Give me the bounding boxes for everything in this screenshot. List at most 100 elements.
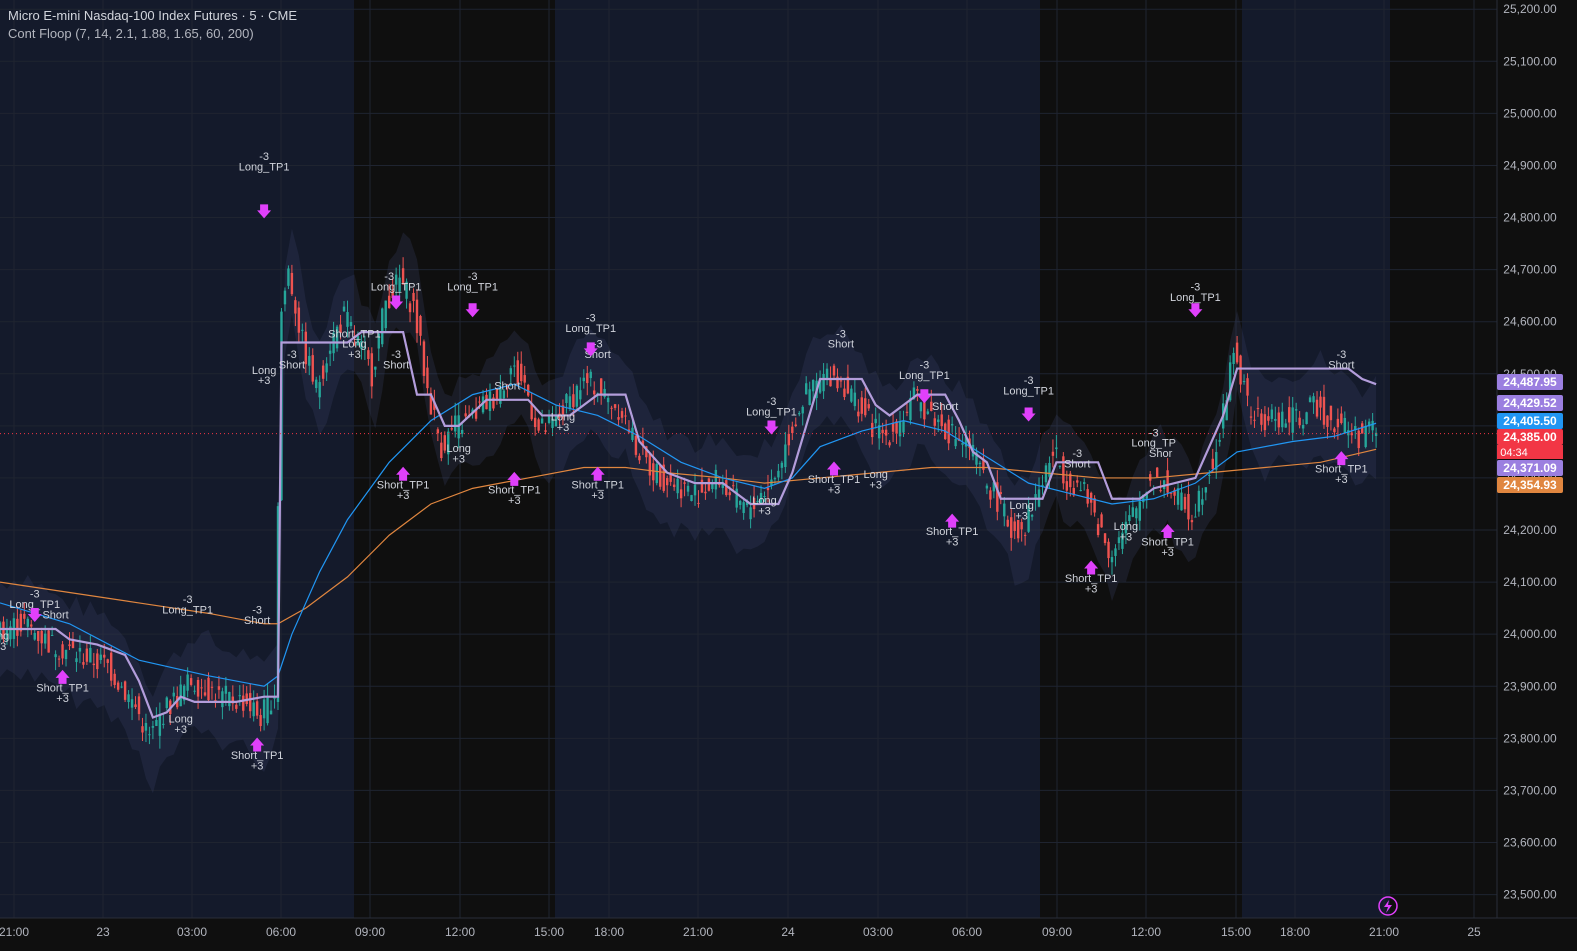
candle-body — [989, 490, 992, 500]
signal-label: Short — [1064, 459, 1090, 471]
candle-body — [773, 478, 777, 480]
candle-body — [450, 428, 453, 430]
candle-body — [603, 388, 606, 397]
signal-label: Short — [244, 615, 270, 627]
x-tick-label: 21:00 — [1369, 925, 1399, 939]
candle-body — [825, 368, 829, 380]
candle-body — [811, 379, 815, 392]
candle-body — [419, 315, 422, 336]
candle-body — [440, 442, 443, 459]
candle-body — [1312, 396, 1315, 403]
candle-body — [575, 385, 579, 407]
signal-label: +3 — [1335, 474, 1348, 486]
candle-body — [572, 394, 575, 408]
signal-label: Long_TP1 — [447, 281, 498, 293]
candle-body — [784, 444, 787, 468]
chart-title: Micro E-mini Nasdaq-100 Index Futures · … — [8, 8, 297, 23]
candle-body — [1319, 396, 1322, 408]
candle-body — [179, 684, 182, 707]
signal-label: +3 — [452, 453, 465, 465]
candle-body — [829, 379, 832, 387]
candle-body — [207, 677, 210, 701]
candle-body — [1058, 465, 1062, 467]
candle-body — [565, 394, 568, 404]
candle-body — [116, 682, 120, 690]
candle-body — [172, 692, 175, 697]
candle-body — [203, 692, 207, 696]
y-tick-label: 24,900.00 — [1503, 158, 1557, 172]
signal-label: Long_TP1 — [1003, 386, 1054, 398]
candle-body — [1263, 414, 1267, 431]
candle-body — [617, 417, 620, 420]
candle-body — [1277, 412, 1280, 428]
candle-body — [1308, 397, 1312, 403]
candle-body — [454, 415, 457, 432]
signal-label: +3 — [348, 349, 361, 361]
countdown-label: 04:34 — [1500, 447, 1528, 459]
candle-body — [850, 388, 853, 402]
indicator-legend[interactable]: Cont Floop (7, 14, 2.1, 1.88, 1.65, 60, … — [8, 26, 254, 42]
candle-body — [520, 363, 523, 382]
candle-body — [540, 418, 544, 424]
x-tick-label: 09:00 — [355, 925, 385, 939]
candle-body — [367, 350, 370, 359]
candle-body — [1076, 480, 1079, 483]
signal-label: Long_TP1 — [899, 370, 950, 382]
candle-body — [1333, 428, 1336, 433]
candle-body — [832, 365, 836, 376]
candle-body — [1305, 412, 1308, 424]
candle-body — [1249, 416, 1253, 418]
candle-body — [1086, 489, 1089, 504]
candle-body — [221, 691, 224, 708]
x-tick-label: 06:00 — [266, 925, 296, 939]
candle-body — [735, 488, 738, 508]
candle-body — [436, 429, 440, 434]
candle-body — [1235, 342, 1239, 363]
signal-label: +3 — [0, 641, 6, 653]
candle-body — [381, 308, 384, 345]
candle-body — [1006, 519, 1009, 527]
candle-body — [659, 465, 662, 487]
price-chart[interactable]: -3Long_TP1Shortong+3Short_TP1+3-3Long_TP… — [0, 0, 1577, 951]
candle-body — [415, 299, 419, 334]
candle-body — [71, 641, 75, 649]
candle-body — [321, 365, 325, 379]
candle-body — [106, 659, 109, 663]
candle-body — [1201, 499, 1204, 505]
candle-body — [568, 396, 572, 409]
price-badge-label: 24,354.93 — [1503, 478, 1557, 492]
candle-body — [1079, 490, 1082, 492]
candle-body — [704, 491, 707, 494]
candle-body — [905, 411, 909, 413]
signal-label: Long_TP1 — [1170, 292, 1221, 304]
signal-label: +3 — [828, 485, 841, 497]
signal-label: +3 — [1085, 584, 1098, 596]
candle-body — [200, 687, 203, 689]
candle-body — [1239, 355, 1242, 385]
candle-body — [134, 704, 137, 708]
candle-body — [1336, 418, 1340, 428]
candle-body — [252, 702, 255, 717]
candle-body — [1294, 409, 1298, 411]
candle-body — [75, 658, 78, 663]
signal-label: +3 — [1015, 511, 1028, 523]
candle-body — [860, 397, 863, 414]
candle-body — [165, 697, 168, 709]
candle-body — [947, 419, 950, 444]
candle-body — [620, 411, 624, 418]
price-badge-label: 24,371.09 — [1503, 461, 1557, 475]
candle-body — [242, 695, 245, 711]
candle-body — [891, 422, 895, 432]
candle-body — [1051, 451, 1055, 456]
candle-body — [1041, 484, 1044, 486]
signal-label: +3 — [174, 724, 187, 736]
candle-body — [1232, 352, 1235, 364]
candle-body — [315, 379, 318, 389]
candle-body — [679, 489, 683, 499]
x-tick-label: 03:00 — [177, 925, 207, 939]
candle-body — [78, 647, 82, 652]
candle-body — [1256, 408, 1260, 410]
candle-body — [1048, 462, 1051, 477]
signal-label: Long_TP1 — [565, 323, 616, 335]
candle-body — [1260, 413, 1263, 425]
